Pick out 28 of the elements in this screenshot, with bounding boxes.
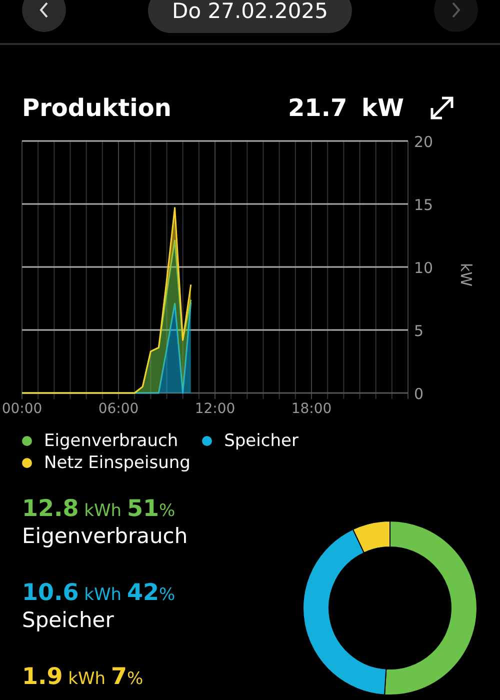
energy-amount: 10.6 kWh 42% xyxy=(22,580,176,606)
axis-label: 06:00 xyxy=(98,401,139,415)
legend-label: Eigenverbrauch xyxy=(44,431,178,451)
energy-label: Speicher xyxy=(22,608,115,632)
legend-label: Speicher xyxy=(224,431,298,451)
chevron-icon xyxy=(450,0,462,20)
date-button[interactable]: Do 27.02.2025 xyxy=(148,0,352,33)
axis-label: 20 xyxy=(414,135,434,151)
legend-label: Netz Einspeisung xyxy=(44,453,190,473)
axis-label: 15 xyxy=(414,196,434,214)
axis-label: 12:00 xyxy=(194,401,236,415)
energy-amount: 12.8 kWh 51% xyxy=(22,496,176,522)
legend-dot xyxy=(22,458,32,468)
axis-label: 00:00 xyxy=(2,401,42,415)
axis-title: kW xyxy=(457,263,475,287)
back-button[interactable] xyxy=(22,0,66,32)
section-title: Produktion xyxy=(22,94,172,122)
legend-dot xyxy=(22,436,32,446)
chevron-icon xyxy=(38,0,50,20)
energy-label: Eigenverbrauch xyxy=(22,524,188,548)
power-value: 21.7 kW xyxy=(288,94,404,122)
legend-dot xyxy=(202,436,212,446)
axis-label: 10 xyxy=(414,259,434,277)
energy-amount: 1.9 kWh 7% xyxy=(22,664,144,690)
axis-label: 18:00 xyxy=(291,401,332,415)
expand-icon[interactable] xyxy=(428,94,456,122)
axis-label: 5 xyxy=(414,322,424,340)
axis-label: 0 xyxy=(414,385,424,403)
